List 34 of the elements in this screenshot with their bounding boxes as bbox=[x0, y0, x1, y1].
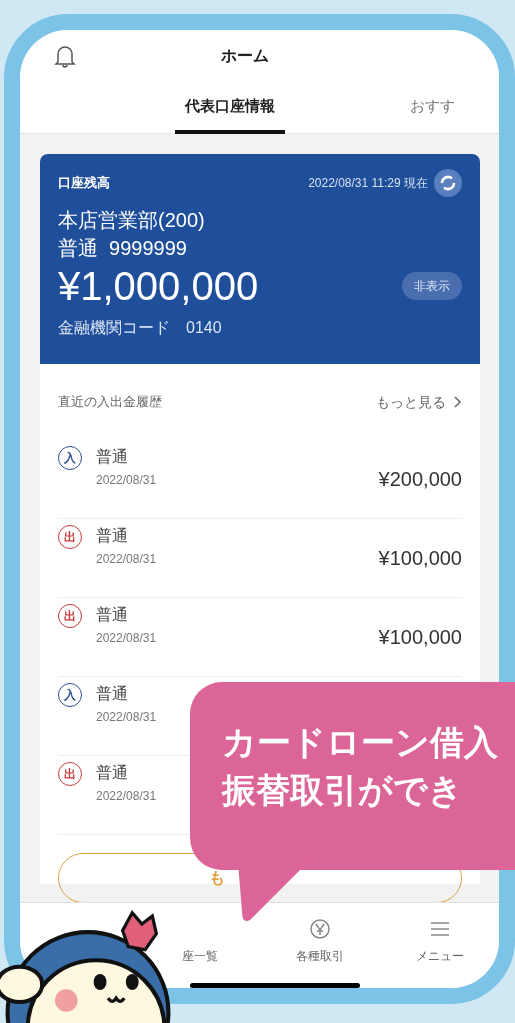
transaction-amount: ¥100,000 bbox=[378, 547, 462, 569]
hide-button[interactable]: 非表示 bbox=[402, 272, 462, 300]
nav-item[interactable]: 座一覧 bbox=[182, 917, 218, 965]
transaction-date: 2022/08/31 bbox=[96, 472, 157, 489]
bell-icon[interactable] bbox=[54, 44, 76, 68]
nav-item[interactable]: 各種取引 bbox=[296, 917, 344, 965]
account-type: 普通 bbox=[96, 763, 129, 783]
account-type: 普通 bbox=[96, 447, 129, 467]
account-type: 普通 bbox=[96, 526, 129, 546]
transaction-amount: ¥100,000 bbox=[378, 626, 462, 648]
transaction-date: 2022/08/31 bbox=[96, 551, 157, 568]
account-type: 普通 bbox=[96, 684, 129, 704]
refresh-icon[interactable] bbox=[434, 169, 462, 197]
account-type: 普通 bbox=[96, 605, 129, 625]
transaction-date: 2022/08/31 bbox=[96, 709, 157, 726]
nav-item[interactable]: メニュー bbox=[416, 917, 464, 965]
balance-label: 口座残高 bbox=[58, 174, 110, 193]
tab[interactable]: おすす bbox=[400, 82, 465, 134]
bubble-text: カードローン借入 bbox=[222, 722, 499, 763]
balance-amount: ¥1,000,000 bbox=[58, 263, 259, 310]
chevron-icon bbox=[454, 396, 462, 408]
yen-icon bbox=[308, 917, 332, 941]
branch-name: 本店営業部(200) bbox=[58, 208, 206, 233]
timestamp: 2022/08/31 11:29 現在 bbox=[308, 175, 428, 192]
more-link[interactable]: もっと見る bbox=[376, 391, 462, 413]
screen-title: ホーム bbox=[221, 46, 269, 66]
transaction-date: 2022/08/31 bbox=[96, 788, 157, 805]
institution-code: 金融機関コード 0140 bbox=[58, 318, 223, 338]
transaction-amount: ¥200,000 bbox=[378, 468, 462, 490]
history-title: 直近の入出金履歴 bbox=[58, 393, 162, 412]
transaction-date: 2022/08/31 bbox=[96, 630, 157, 647]
tab[interactable]: 代表口座情報 bbox=[175, 82, 285, 134]
bubble-text: 振替取引ができ bbox=[222, 770, 464, 811]
account-number: 普通 9999999 bbox=[58, 236, 188, 261]
